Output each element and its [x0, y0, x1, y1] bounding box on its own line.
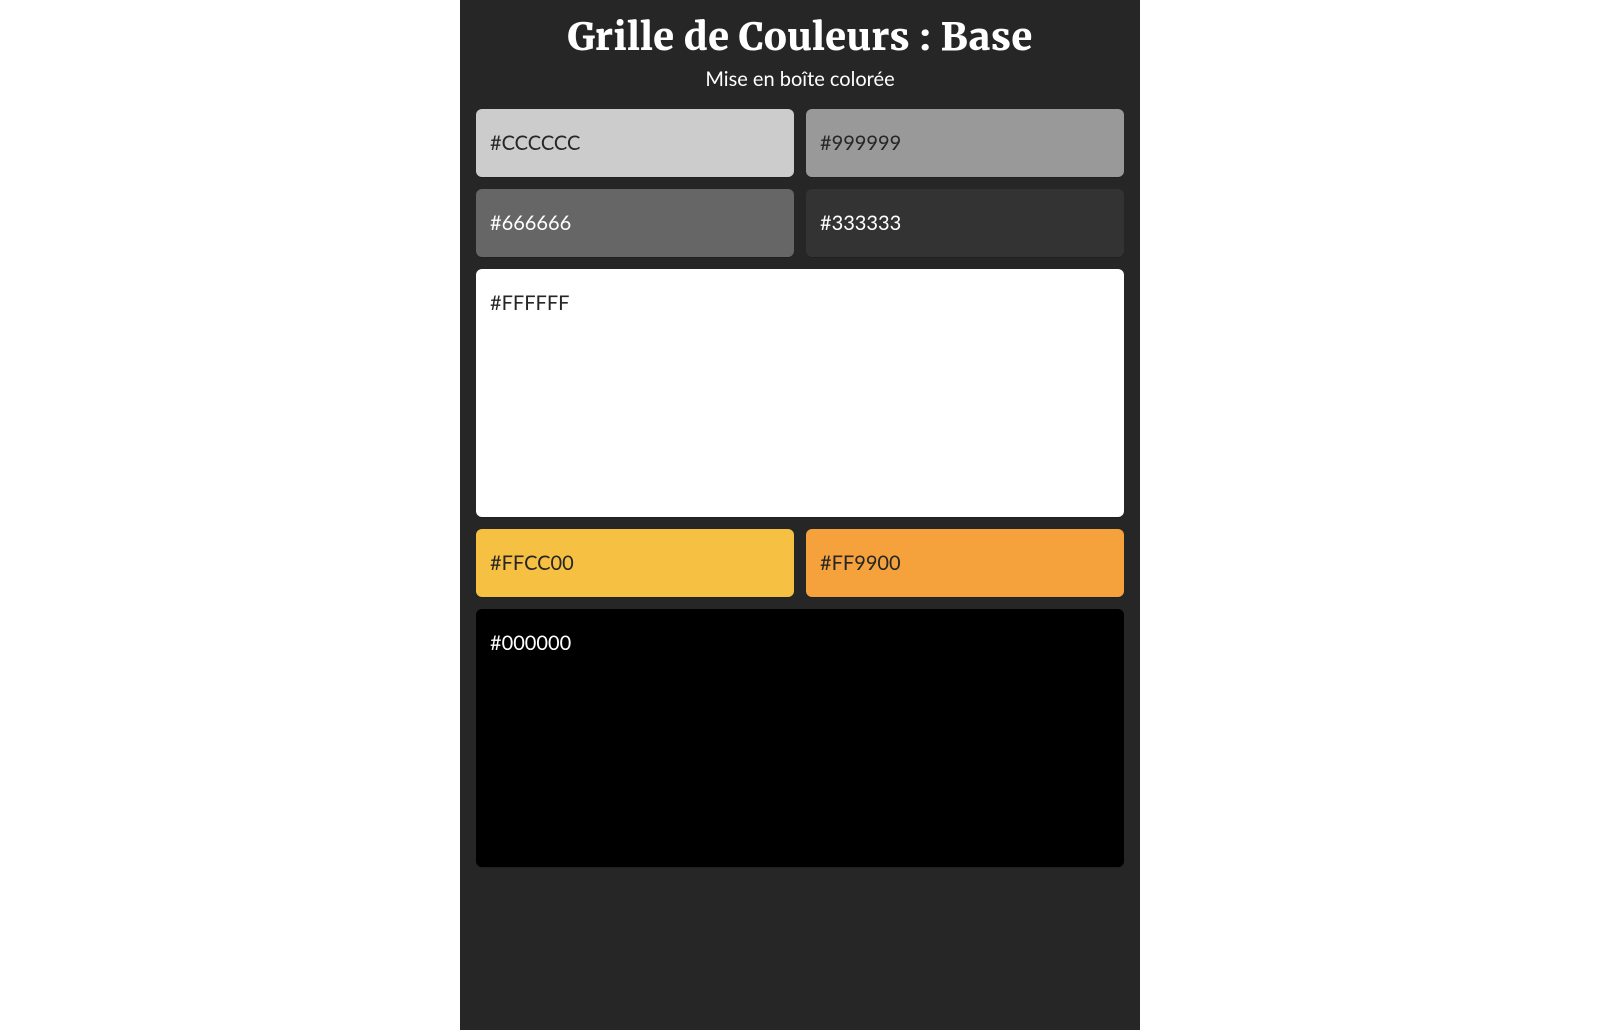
swatch-000000: #000000 [476, 609, 1124, 867]
swatch-row-2: #666666 #333333 [476, 189, 1124, 257]
swatch-ffcc00: #FFCC00 [476, 529, 794, 597]
swatch-row-1: #CCCCCC #999999 [476, 109, 1124, 177]
color-grid-page: Grille de Couleurs : Base Mise en boîte … [460, 0, 1140, 1030]
page-subtitle: Mise en boîte colorée [476, 67, 1124, 91]
page-title: Grille de Couleurs : Base [476, 14, 1124, 61]
swatch-ff9900: #FF9900 [806, 529, 1124, 597]
swatch-row-4: #FFCC00 #FF9900 [476, 529, 1124, 597]
swatch-row-3: #FFFFFF [476, 269, 1124, 517]
swatch-cccccc: #CCCCCC [476, 109, 794, 177]
swatch-ffffff: #FFFFFF [476, 269, 1124, 517]
swatch-666666: #666666 [476, 189, 794, 257]
swatch-row-5: #000000 [476, 609, 1124, 867]
swatch-333333: #333333 [806, 189, 1124, 257]
swatch-999999: #999999 [806, 109, 1124, 177]
